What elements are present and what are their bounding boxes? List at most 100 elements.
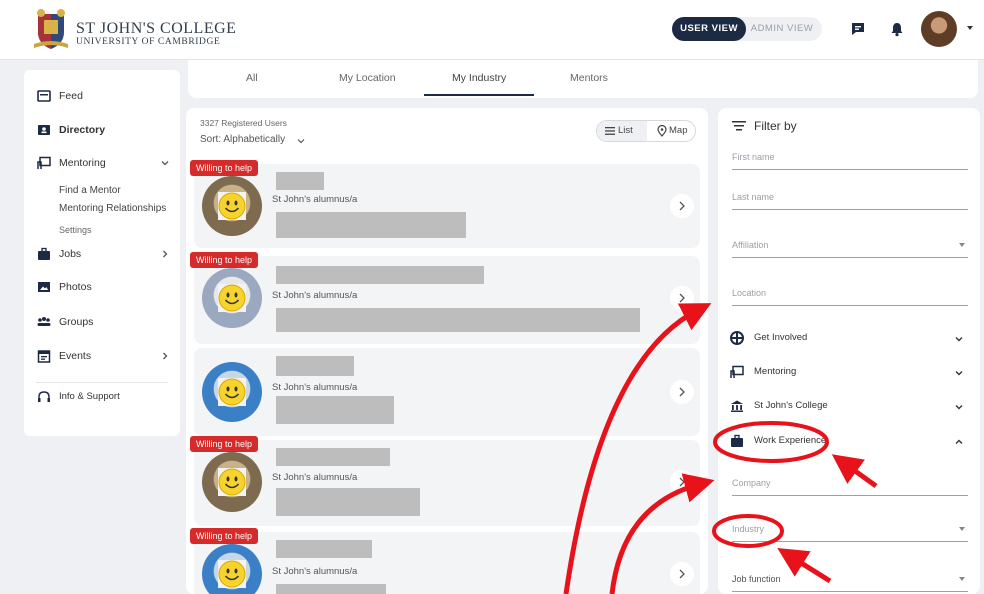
mentoring-icon xyxy=(730,365,744,378)
chevron-right-icon xyxy=(679,569,685,579)
sidebar-sub-mentoring-relationships[interactable]: Mentoring Relationships xyxy=(59,203,166,214)
smiley-icon xyxy=(218,468,246,496)
user-view-button[interactable]: USER VIEW xyxy=(672,17,746,41)
alumni-status: St John's alumnus/a xyxy=(272,566,358,577)
sidebar-item-groups[interactable]: Groups xyxy=(24,308,180,336)
first-name-field[interactable]: First name xyxy=(732,142,968,170)
industry-select[interactable]: Industry xyxy=(732,514,968,542)
list-item[interactable]: Willing to help St John's alumnus/a xyxy=(190,252,700,344)
bell-icon[interactable] xyxy=(889,21,905,37)
chevron-down-icon xyxy=(955,371,963,376)
chevron-down-icon xyxy=(161,161,169,166)
crest-icon xyxy=(34,9,68,49)
list-view-button[interactable]: List xyxy=(597,121,647,141)
alumni-status: St John's alumnus/a xyxy=(272,194,358,205)
chevron-down-icon xyxy=(955,337,963,342)
active-tab-indicator xyxy=(424,94,534,96)
list-item[interactable]: Willing to help St John's alumnus/a xyxy=(190,160,700,248)
chevron-right-icon xyxy=(679,477,685,487)
sidebar-item-feed[interactable]: Feed xyxy=(24,82,180,110)
college-logo[interactable]: ST JOHN'S COLLEGE UNIVERSITY OF CAMBRIDG… xyxy=(34,8,237,52)
job-function-select[interactable]: Job function xyxy=(732,564,968,592)
admin-view-button[interactable]: ADMIN VIEW xyxy=(748,17,816,41)
tab-my-location[interactable]: My Location xyxy=(339,72,396,84)
sidebar-item-mentoring[interactable]: Mentoring xyxy=(24,149,180,177)
sidebar-item-directory[interactable]: Directory xyxy=(24,116,180,144)
directory-tabs: All My Location My Industry Mentors xyxy=(188,60,978,98)
open-profile-button[interactable] xyxy=(670,562,694,586)
location-field[interactable]: Location xyxy=(732,278,968,306)
tab-all[interactable]: All xyxy=(246,72,258,84)
sidebar-item-jobs[interactable]: Jobs xyxy=(24,240,180,268)
smiley-icon xyxy=(218,284,246,312)
open-profile-button[interactable] xyxy=(670,286,694,310)
field-label: Location xyxy=(732,288,767,298)
mentoring-icon xyxy=(37,156,51,169)
redacted-details xyxy=(276,396,394,424)
profile-photo xyxy=(202,544,262,594)
sidebar-item-photos[interactable]: Photos xyxy=(24,273,180,301)
open-profile-button[interactable] xyxy=(670,380,694,404)
sort-dropdown[interactable]: Sort: Alphabetically xyxy=(200,134,285,145)
logo-title: ST JOHN'S COLLEGE xyxy=(76,20,237,37)
open-profile-button[interactable] xyxy=(670,194,694,218)
affiliation-select[interactable]: Affiliation xyxy=(732,230,968,258)
get-involved-icon xyxy=(730,331,744,345)
last-name-field[interactable]: Last name xyxy=(732,182,968,210)
chevron-right-icon xyxy=(679,387,685,397)
sidebar-item-events[interactable]: Events xyxy=(24,342,180,370)
caret-down-icon xyxy=(959,243,965,247)
calendar-icon xyxy=(37,350,51,363)
section-label: St John's College xyxy=(754,400,828,411)
list-icon xyxy=(605,127,615,135)
alumni-status: St John's alumnus/a xyxy=(272,472,358,483)
willing-to-help-badge: Willing to help xyxy=(190,160,259,176)
section-label: Get Involved xyxy=(754,332,808,343)
briefcase-icon xyxy=(38,247,50,260)
chevron-up-icon xyxy=(955,439,963,444)
groups-icon xyxy=(37,317,51,326)
section-st-johns-college[interactable]: St John's College xyxy=(730,396,968,418)
briefcase-icon xyxy=(731,434,743,447)
directory-icon xyxy=(38,125,50,135)
redacted-name xyxy=(276,356,354,376)
sidebar-item-label: Info & Support xyxy=(59,391,120,402)
sidebar-sub-find-mentor[interactable]: Find a Mentor xyxy=(59,185,121,196)
list-item[interactable]: Willing to help St John's alumnus/a xyxy=(190,436,700,526)
tab-my-industry[interactable]: My Industry xyxy=(452,72,506,84)
chevron-right-icon xyxy=(679,293,685,303)
photo-icon xyxy=(38,282,50,292)
filter-panel: Filter by First name Last name Affiliati… xyxy=(718,108,980,594)
alumni-status: St John's alumnus/a xyxy=(272,290,358,301)
section-mentoring[interactable]: Mentoring xyxy=(730,362,968,384)
redacted-details xyxy=(276,308,640,332)
field-label: Last name xyxy=(732,192,775,202)
directory-list: 3327 Registered Users Sort: Alphabetical… xyxy=(186,108,708,594)
section-get-involved[interactable]: Get Involved xyxy=(730,328,968,350)
field-label: Company xyxy=(732,478,771,488)
sort-value: Alphabetically xyxy=(223,134,286,145)
redacted-name xyxy=(276,172,324,190)
company-field[interactable]: Company xyxy=(732,468,968,496)
profile-photo xyxy=(202,452,262,512)
view-toggle: USER VIEW ADMIN VIEW xyxy=(672,17,822,41)
list-label: List xyxy=(618,125,633,136)
section-label: Work Experience xyxy=(754,435,827,446)
section-work-experience[interactable]: Work Experience xyxy=(730,431,968,453)
tab-mentors[interactable]: Mentors xyxy=(570,72,608,84)
chat-icon[interactable] xyxy=(850,21,866,37)
redacted-name xyxy=(276,540,372,558)
sort-label: Sort: xyxy=(200,134,222,145)
sidebar-sub-settings[interactable]: Settings xyxy=(59,225,92,235)
list-item[interactable]: Willing to help St John's alumnus/a xyxy=(190,528,700,594)
list-item[interactable]: St John's alumnus/a xyxy=(194,348,700,436)
open-profile-button[interactable] xyxy=(670,470,694,494)
willing-to-help-badge: Willing to help xyxy=(190,252,259,268)
chevron-down-icon[interactable] xyxy=(296,136,306,146)
map-pin-icon[interactable] xyxy=(657,125,667,137)
sidebar-item-info-support[interactable]: Info & Support xyxy=(24,383,180,411)
support-icon xyxy=(38,391,50,402)
map-view-button[interactable]: Map xyxy=(669,125,687,136)
caret-down-icon[interactable] xyxy=(964,22,976,34)
user-avatar[interactable] xyxy=(921,11,957,47)
